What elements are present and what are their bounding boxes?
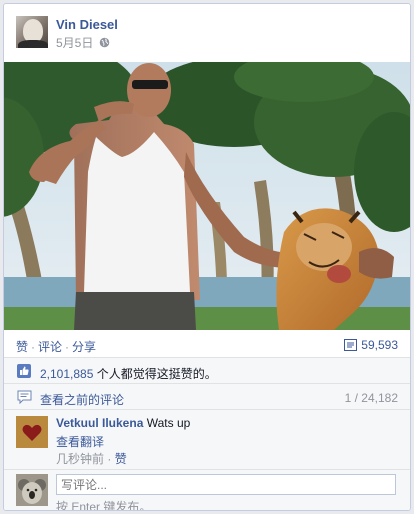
post-date[interactable]: 5月5日	[56, 34, 93, 51]
comment-like-link[interactable]: 赞	[115, 452, 127, 466]
commenter-avatar[interactable]	[16, 416, 48, 448]
see-translation-link[interactable]: 查看翻译	[56, 433, 104, 450]
post-card: Vin Diesel 5月5日 赞 · 评论 · 分享 59,593 2,101…	[3, 3, 411, 511]
thumbs-up-icon	[17, 364, 31, 378]
comment-time[interactable]: 几秒钟前	[56, 452, 104, 466]
heart-icon	[22, 424, 42, 441]
koala-avatar-image	[16, 474, 48, 506]
likes-text: 2,101,885 个人都觉得这挺赞的。	[40, 365, 217, 382]
comment-pagination: 1 / 24,182	[344, 391, 398, 405]
comment-link[interactable]: 评论	[38, 340, 62, 354]
action-links: 赞 · 评论 · 分享	[16, 340, 97, 354]
comment-item: Vetkuul Ilukena Wats up 查看翻译 几秒钟前 · 赞	[4, 410, 410, 470]
comment-text: Wats up	[146, 416, 191, 430]
post-photo[interactable]	[4, 62, 410, 330]
view-previous-row: 查看之前的评论 1 / 24,182	[4, 384, 410, 410]
post-actions: 赞 · 评论 · 分享 59,593	[4, 330, 410, 358]
likes-phrase: 个人都觉得这挺赞的。	[93, 367, 217, 381]
share-count-value: 59,593	[361, 338, 398, 352]
author-avatar[interactable]	[16, 16, 48, 48]
comments-section: 2,101,885 个人都觉得这挺赞的。 查看之前的评论 1 / 24,182 …	[4, 358, 410, 511]
like-link[interactable]: 赞	[16, 340, 28, 354]
viewer-avatar	[16, 474, 48, 506]
comment-bubble-icon	[17, 390, 32, 404]
comment-composer: 按 Enter 键发布。	[4, 470, 410, 511]
commenter-name[interactable]: Vetkuul Ilukena	[56, 416, 143, 430]
globe-icon[interactable]	[99, 37, 110, 48]
share-icon	[344, 339, 358, 351]
share-link[interactable]: 分享	[72, 340, 96, 354]
comment-meta: 几秒钟前 · 赞	[56, 452, 127, 466]
likes-summary: 2,101,885 个人都觉得这挺赞的。	[4, 358, 410, 384]
author-name[interactable]: Vin Diesel	[56, 17, 118, 32]
enter-to-post-hint: 按 Enter 键发布。	[56, 500, 152, 511]
post-meta: 5月5日	[56, 34, 110, 51]
share-count[interactable]: 59,593	[344, 338, 398, 352]
photo-image	[4, 62, 410, 330]
comment-input[interactable]	[56, 474, 396, 495]
likes-count[interactable]: 2,101,885	[40, 367, 93, 381]
post-header: Vin Diesel 5月5日	[4, 4, 410, 62]
comment-line: Vetkuul Ilukena Wats up	[56, 416, 190, 430]
view-previous-link[interactable]: 查看之前的评论	[40, 391, 124, 408]
